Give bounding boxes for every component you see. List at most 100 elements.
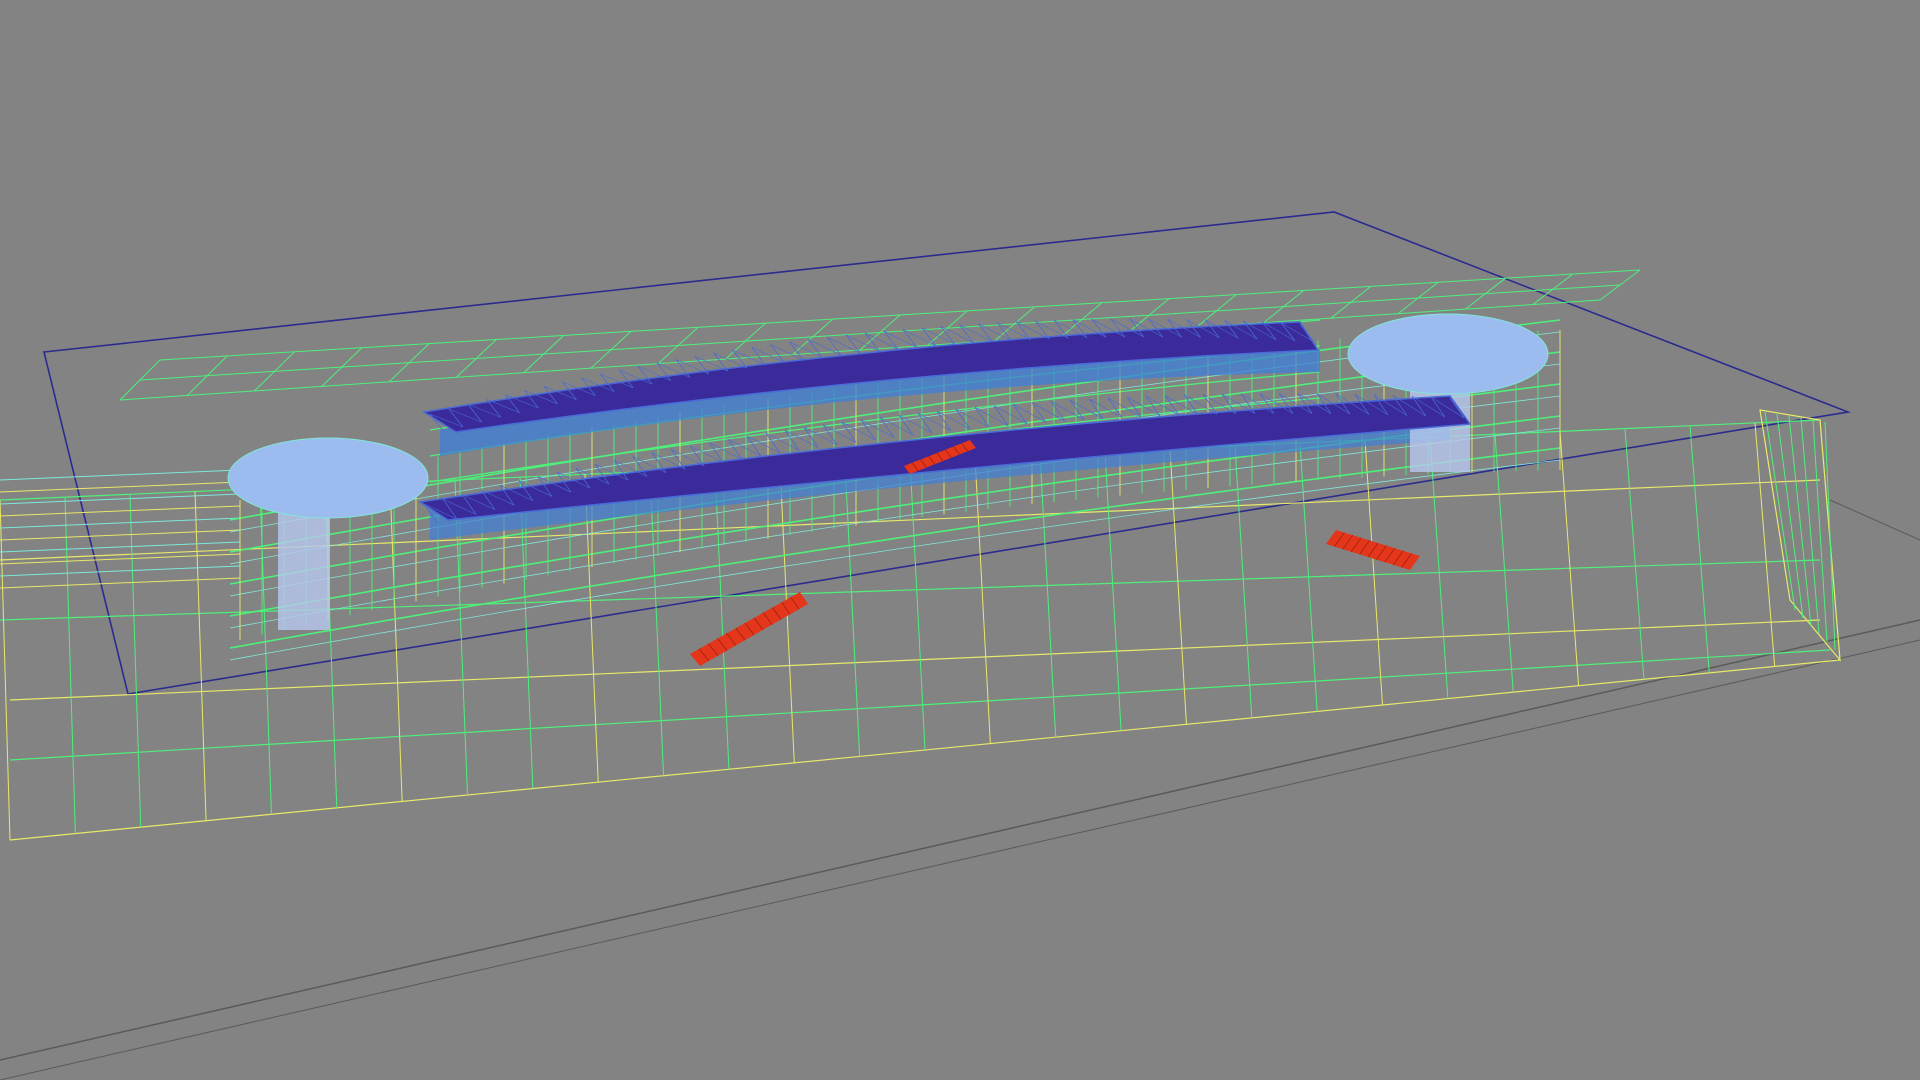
back-column-line xyxy=(657,326,699,365)
roof-truss-diagonal xyxy=(803,427,838,446)
stair-left xyxy=(690,592,808,666)
wireframe-scene[interactable] xyxy=(0,0,1920,1080)
roof-truss xyxy=(708,442,724,463)
back-column-line xyxy=(590,330,632,369)
roof-truss-diagonal xyxy=(955,408,990,428)
roof-truss-diagonal xyxy=(921,327,955,345)
3d-viewport[interactable] xyxy=(0,0,1920,1080)
dome-east-cap xyxy=(1347,313,1549,395)
roof-truss-diagonal xyxy=(694,355,728,372)
left-wing-line xyxy=(0,529,241,541)
base-column-line xyxy=(64,497,76,834)
ground-line xyxy=(1829,499,1920,541)
roof-truss xyxy=(955,408,971,430)
dome-west-cap xyxy=(227,437,429,519)
facade-floor-line xyxy=(229,459,1561,661)
roof-truss-diagonal xyxy=(902,329,936,347)
back-column-line xyxy=(1599,269,1641,301)
roof-truss-diagonal xyxy=(940,325,974,344)
base-column-line xyxy=(389,482,403,802)
roof-truss xyxy=(789,341,804,361)
back-column-line xyxy=(186,355,228,396)
roof-truss-diagonal xyxy=(993,405,1028,425)
back-column-line xyxy=(994,306,1035,342)
back-column-line xyxy=(1196,294,1237,328)
base-column-line xyxy=(1429,437,1449,699)
roof-truss xyxy=(1012,403,1028,425)
roof-truss-diagonal xyxy=(822,424,857,443)
roof-truss-diagonal xyxy=(1031,402,1066,422)
roof-truss xyxy=(746,435,762,457)
back-column-line xyxy=(1330,285,1372,319)
left-wing-line xyxy=(0,517,241,529)
roof-truss xyxy=(1034,320,1050,340)
back-column-line xyxy=(1532,273,1574,305)
base-side-line xyxy=(1812,419,1828,643)
base-side-line xyxy=(1800,417,1820,635)
roof-truss-diagonal xyxy=(765,432,800,451)
roof-truss-diagonal xyxy=(1012,403,1047,423)
back-column-line xyxy=(119,359,161,401)
roof-truss xyxy=(940,326,955,345)
roof-truss-diagonal xyxy=(689,445,724,463)
roof-truss xyxy=(883,330,899,350)
ground-line xyxy=(0,619,1920,1061)
base-column-line xyxy=(714,468,730,770)
back-column-line xyxy=(725,322,766,360)
base-column-line xyxy=(129,494,142,828)
roof-truss-diagonal xyxy=(978,323,1012,341)
back-column-line xyxy=(1397,281,1439,315)
roof-truss xyxy=(959,324,974,344)
roof-truss xyxy=(902,329,918,348)
roof-truss xyxy=(732,349,747,369)
roof-truss xyxy=(974,407,990,428)
roof-truss xyxy=(713,352,729,372)
left-wing-line xyxy=(0,577,241,589)
roof-truss-diagonal xyxy=(1035,320,1069,339)
base-row-line xyxy=(0,559,1821,621)
roof-truss xyxy=(1015,321,1031,340)
roof-truss xyxy=(770,344,785,363)
roof-truss-diagonal xyxy=(727,438,762,457)
roof-truss-diagonal xyxy=(1088,398,1123,419)
roof-truss-diagonal xyxy=(959,324,993,342)
back-column-line xyxy=(456,339,497,378)
back-column-line xyxy=(321,347,363,387)
roof-truss xyxy=(807,339,823,358)
base-column-line xyxy=(1169,448,1187,725)
roof-truss-diagonal xyxy=(1016,321,1050,340)
base-column-line xyxy=(1559,431,1580,686)
base-column-line xyxy=(1689,425,1710,673)
roof-truss xyxy=(822,424,838,445)
base-row-line xyxy=(9,649,1831,761)
ground-line xyxy=(0,639,1920,1080)
back-column-line xyxy=(254,351,295,392)
left-wing-line xyxy=(0,505,241,517)
roof-truss-diagonal xyxy=(746,435,781,454)
roof-truss xyxy=(841,421,857,443)
roof-truss-diagonal xyxy=(1126,396,1161,417)
base-column-line xyxy=(1494,434,1514,693)
roof-truss xyxy=(898,414,914,436)
roof-truss-diagonal xyxy=(751,346,785,363)
base-column-line xyxy=(1624,428,1645,680)
back-column-line xyxy=(388,343,430,383)
roof-truss xyxy=(784,429,800,451)
roof-truss xyxy=(803,427,819,448)
dome-east[interactable] xyxy=(1347,313,1549,472)
roof-truss xyxy=(879,417,895,438)
roof-truss xyxy=(1088,398,1104,420)
roof-truss xyxy=(860,419,876,440)
base-column-line xyxy=(1234,445,1253,718)
left-wing-line xyxy=(0,565,241,577)
base-column-line xyxy=(1364,439,1383,706)
roof-truss-diagonal xyxy=(732,349,766,366)
roof-truss xyxy=(921,327,937,346)
roof-truss-diagonal xyxy=(974,407,1009,426)
roof-truss xyxy=(1031,402,1047,423)
roof-truss-diagonal xyxy=(997,322,1031,340)
base-column-line xyxy=(1039,454,1057,738)
back-column-line xyxy=(792,318,834,355)
roof-truss-diagonal xyxy=(770,344,804,361)
base-column-line xyxy=(649,471,665,776)
